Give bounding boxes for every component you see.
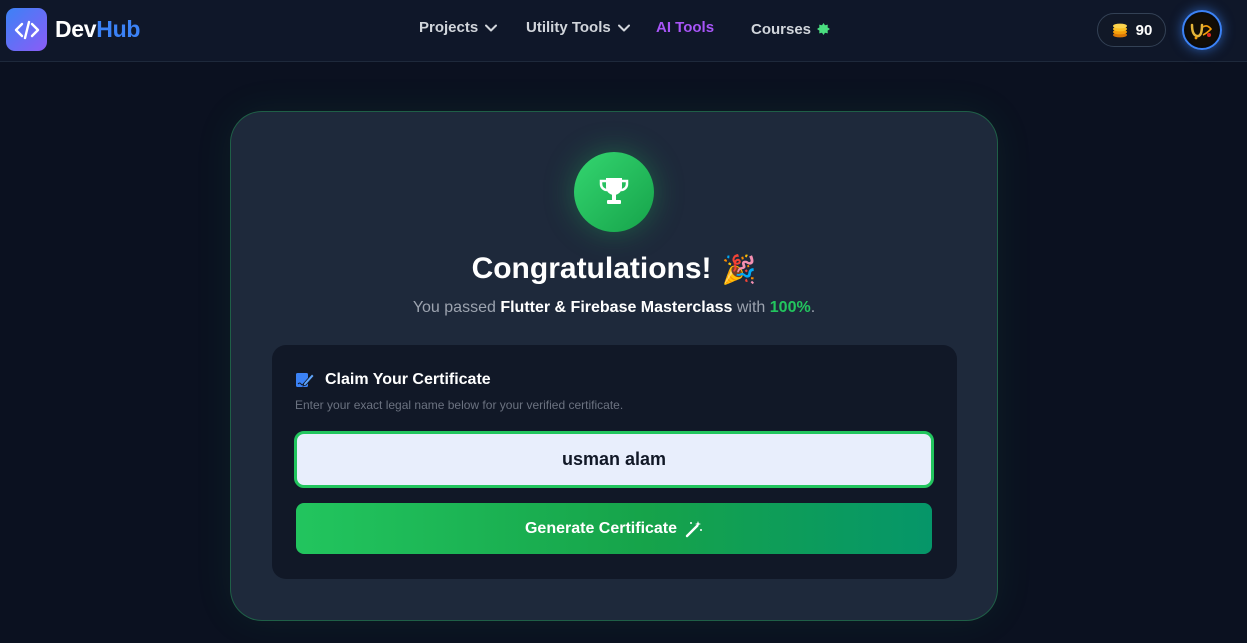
result-suffix: . — [810, 299, 816, 316]
avatar-image — [1186, 14, 1218, 46]
chevron-down-icon — [617, 24, 630, 31]
brand-name-hub: Hub — [96, 16, 141, 42]
result-prefix: You passed — [412, 299, 496, 316]
brand-logo[interactable]: DevHub — [6, 8, 140, 51]
nav-courses[interactable]: Courses — [751, 21, 831, 38]
chevron-down-icon — [485, 24, 498, 31]
claim-description: Enter your exact legal name below for yo… — [295, 398, 624, 412]
claim-certificate-panel: Claim Your Certificate Enter your exact … — [272, 345, 957, 579]
nav-projects[interactable]: Projects — [419, 19, 498, 36]
generate-certificate-label: Generate Certificate — [524, 519, 678, 537]
congrats-headline: Congratulations! 🎉 — [231, 252, 997, 286]
brand-name-dev: Dev — [55, 16, 97, 42]
party-popper-icon: 🎉 — [721, 253, 757, 285]
success-card: Congratulations! 🎉 You passed Flutter & … — [230, 111, 998, 621]
magic-wand-icon — [685, 520, 703, 537]
legal-name-input[interactable] — [294, 431, 934, 488]
new-badge-icon — [817, 23, 831, 35]
nav-utility-tools-label: Utility Tools — [526, 19, 611, 36]
code-icon — [6, 8, 47, 51]
nav-ai-tools-label: AI Tools — [656, 19, 715, 36]
generate-certificate-button[interactable]: Generate Certificate — [296, 503, 932, 554]
headline-text: Congratulations! — [471, 252, 712, 285]
nav-projects-label: Projects — [419, 19, 479, 36]
nav-courses-label: Courses — [751, 21, 812, 38]
claim-title: Claim Your Certificate — [295, 371, 491, 389]
result-summary: You passed Flutter & Firebase Masterclas… — [231, 299, 997, 317]
nav-utility-tools[interactable]: Utility Tools — [526, 19, 630, 36]
course-name: Flutter & Firebase Masterclass — [500, 299, 733, 316]
score-value: 100% — [769, 299, 811, 316]
signature-icon — [296, 373, 315, 387]
trophy-badge — [574, 152, 654, 232]
top-navbar: DevHub Projects Utility Tools AI Tools C… — [0, 0, 1247, 62]
brand-name: DevHub — [55, 16, 140, 43]
trophy-icon — [599, 178, 629, 204]
result-mid: with — [736, 299, 766, 316]
coin-count: 90 — [1135, 21, 1153, 39]
coin-balance[interactable]: 90 — [1097, 13, 1166, 47]
nav-ai-tools[interactable]: AI Tools — [656, 19, 714, 36]
user-avatar[interactable] — [1182, 10, 1222, 50]
coins-icon — [1112, 23, 1127, 38]
claim-title-text: Claim Your Certificate — [325, 371, 491, 388]
